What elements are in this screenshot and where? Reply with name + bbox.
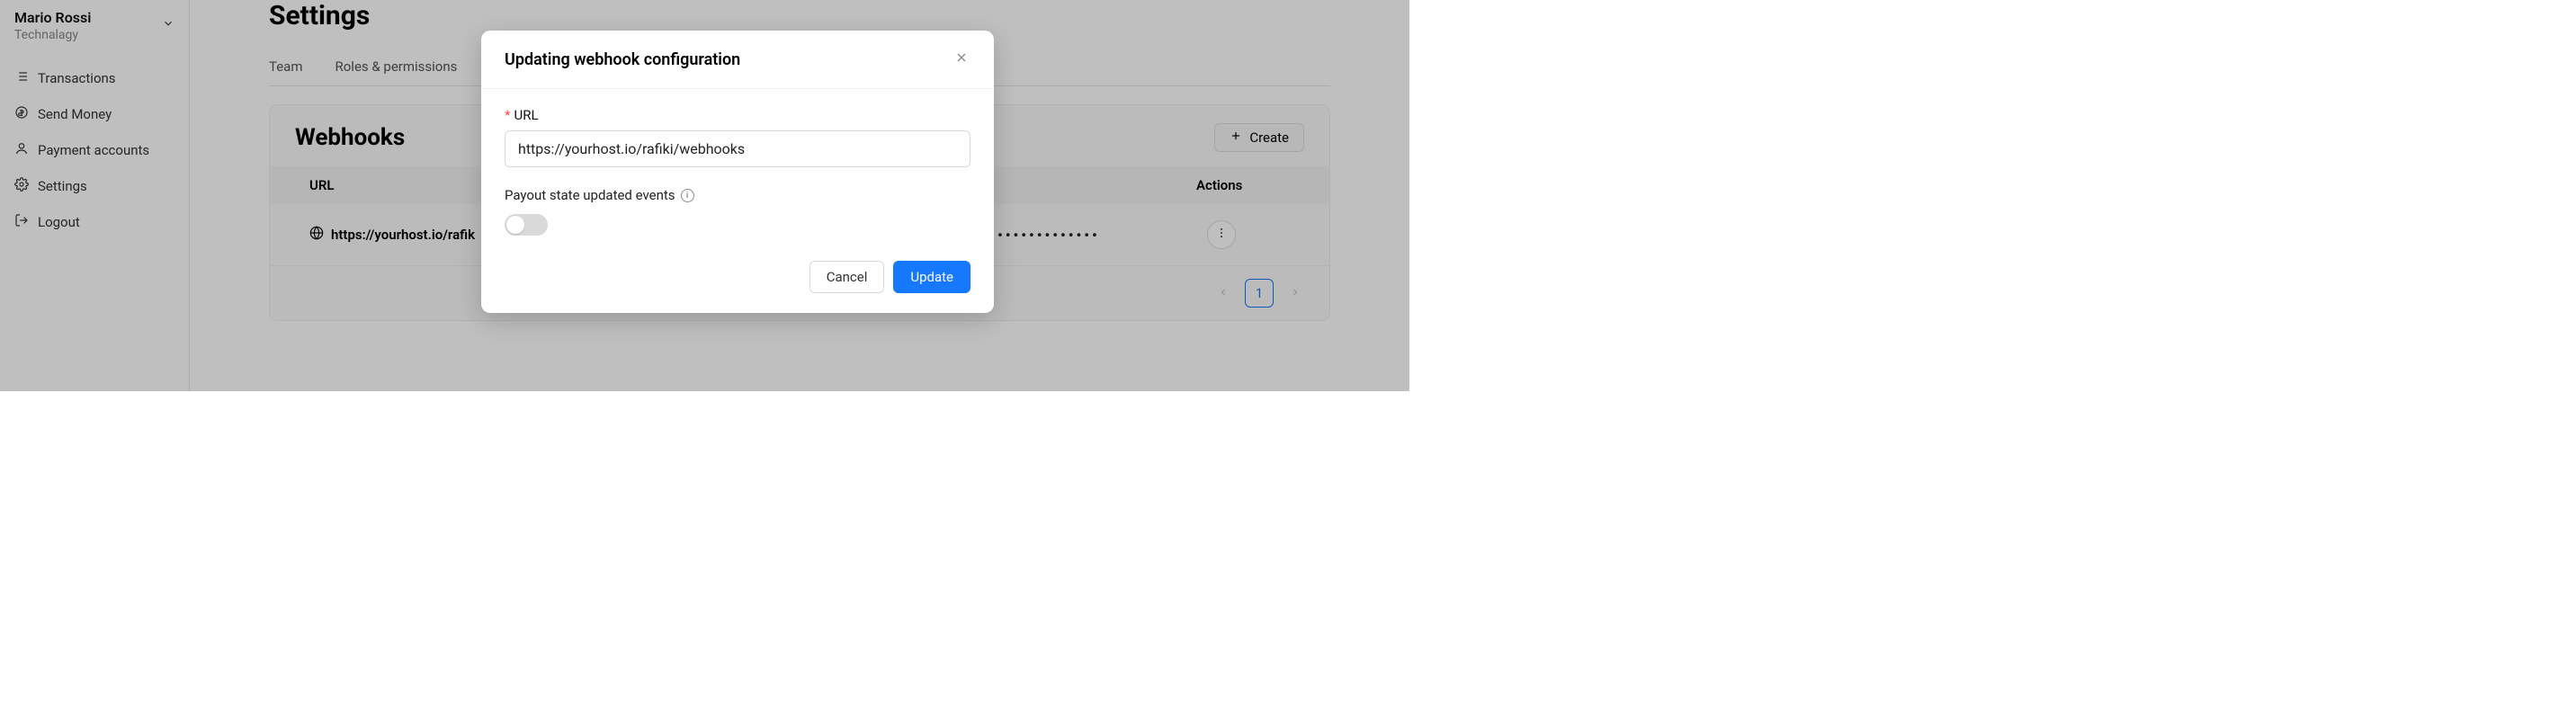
payout-label-text: Payout state updated events xyxy=(505,187,675,203)
close-icon[interactable] xyxy=(953,49,970,70)
payout-toggle[interactable] xyxy=(505,214,548,236)
required-marker: * xyxy=(505,107,510,123)
cancel-button[interactable]: Cancel xyxy=(809,261,885,293)
update-button[interactable]: Update xyxy=(893,261,970,293)
update-webhook-modal: Updating webhook configuration * URL Pay… xyxy=(481,31,994,313)
url-label: * URL xyxy=(505,107,970,123)
url-input[interactable] xyxy=(505,130,970,167)
url-label-text: URL xyxy=(514,107,538,123)
info-icon[interactable]: i xyxy=(681,189,694,202)
payout-label: Payout state updated events i xyxy=(505,187,970,203)
modal-title: Updating webhook configuration xyxy=(505,50,740,69)
toggle-knob xyxy=(506,216,524,234)
